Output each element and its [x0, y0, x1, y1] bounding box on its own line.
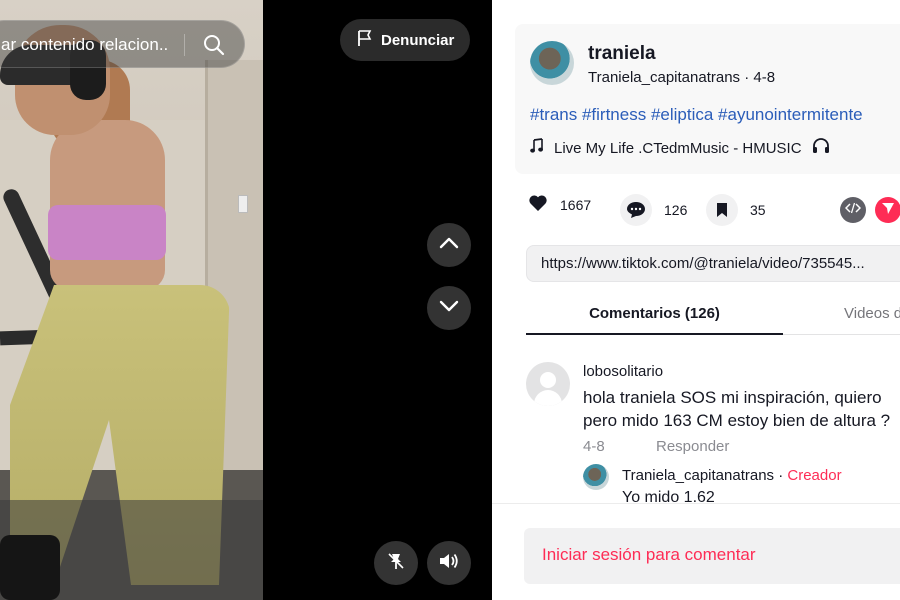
comment-text: hola traniela SOS mi inspiración, quiero…	[583, 386, 900, 432]
hashtags[interactable]: #trans #firtness #eliptica #ayunointermi…	[530, 105, 863, 125]
send-button[interactable]	[875, 197, 900, 223]
details-panel: traniela Traniela_capitanatrans · 4-8 #t…	[492, 0, 900, 600]
float-player-icon	[386, 551, 406, 576]
author-handle[interactable]: Traniela_capitanatrans	[588, 69, 740, 86]
video-info-card: traniela Traniela_capitanatrans · 4-8 #t…	[515, 24, 900, 174]
embed-button[interactable]	[840, 197, 866, 223]
comment-count: 126	[664, 202, 688, 218]
tab-active-indicator	[526, 333, 783, 335]
person-sports-top	[48, 205, 166, 260]
music-link[interactable]: Live My Life .CTedmMusic - HMUSIC	[530, 137, 830, 159]
search-divider	[184, 34, 185, 56]
copy-link-field[interactable]: https://www.tiktok.com/@traniela/video/7…	[526, 245, 900, 282]
save-count: 35	[750, 202, 766, 218]
comment-footer: Iniciar sesión para comentar	[492, 503, 900, 600]
heart-icon	[528, 194, 548, 215]
avatar-placeholder-head	[540, 372, 556, 388]
video-url: https://www.tiktok.com/@traniela/video/7…	[541, 255, 865, 272]
reply-button[interactable]: Responder	[656, 438, 729, 455]
tab-comments[interactable]: Comentarios (126)	[526, 295, 783, 335]
reply-username[interactable]: Traniela_capitanatrans	[622, 467, 774, 484]
next-video-button[interactable]	[427, 286, 471, 330]
avatar-placeholder-body	[534, 390, 562, 406]
commenter-avatar[interactable]	[526, 362, 570, 406]
search-input[interactable]: ar contenido relacion...	[1, 35, 169, 55]
comment-button[interactable]: 126	[620, 194, 687, 226]
embed-icon	[844, 201, 862, 219]
search-bar[interactable]: ar contenido relacion...	[0, 20, 245, 68]
creator-badge: Creador	[787, 467, 842, 484]
video-light-switch	[238, 195, 248, 213]
music-title: Live My Life .CTedmMusic - HMUSIC	[554, 139, 802, 157]
comment-text-line-1: hola traniela SOS mi inspiración, quiero	[583, 388, 882, 407]
creator-avatar[interactable]	[583, 464, 609, 490]
chevron-up-icon	[439, 236, 459, 254]
comment-date: 4-8	[583, 438, 605, 455]
author-avatar[interactable]	[530, 41, 574, 85]
send-icon	[881, 201, 895, 220]
login-to-comment-label: Iniciar sesión para comentar	[542, 545, 756, 564]
comment-text-line-2: pero mido 163 CM estoy bien de altura ?	[583, 411, 891, 430]
music-note-icon	[530, 138, 544, 158]
volume-button[interactable]	[427, 541, 471, 585]
reply-meta: Traniela_capitanatrans · Creador	[622, 467, 842, 484]
bookmark-icon	[706, 194, 738, 226]
author-meta-separator: ·	[744, 69, 754, 86]
video-frame[interactable]	[0, 0, 263, 600]
author-meta: Traniela_capitanatrans · 4-8	[588, 69, 775, 86]
like-button[interactable]: 1667	[528, 194, 591, 215]
video-player[interactable]: ar contenido relacion... Denunciar	[0, 0, 492, 600]
flag-icon	[357, 29, 373, 51]
tab-creator-videos[interactable]: Videos d	[844, 305, 900, 322]
chevron-down-icon	[439, 299, 459, 317]
save-button[interactable]: 35	[706, 194, 766, 226]
login-to-comment-button[interactable]: Iniciar sesión para comentar	[524, 528, 900, 584]
tabs: Comentarios (126) Videos d	[526, 295, 900, 335]
person-boot	[0, 535, 60, 600]
volume-icon	[438, 551, 460, 576]
report-button[interactable]: Denunciar	[340, 19, 470, 61]
commenter-username[interactable]: lobosolitario	[583, 363, 663, 380]
comment-icon	[620, 194, 652, 226]
author-name[interactable]: traniela	[588, 43, 656, 65]
like-count: 1667	[560, 196, 592, 213]
report-label: Denunciar	[381, 31, 455, 49]
search-icon[interactable]	[203, 34, 225, 56]
reply-separator: ·	[774, 467, 788, 484]
post-date: 4-8	[753, 69, 776, 86]
headphones-icon	[812, 137, 830, 159]
previous-video-button[interactable]	[427, 223, 471, 267]
float-player-button[interactable]	[374, 541, 418, 585]
